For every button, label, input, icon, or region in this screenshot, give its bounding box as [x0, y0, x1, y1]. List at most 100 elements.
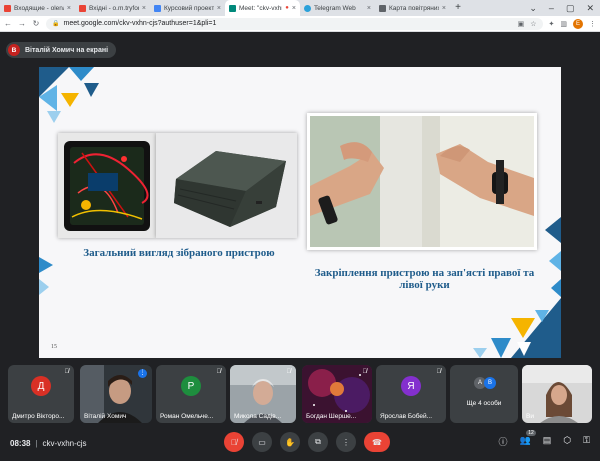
browser-tab[interactable]: Карта повітряних т× [375, 0, 450, 16]
leave-call-button[interactable]: ☎ [364, 432, 390, 452]
browser-tab[interactable]: Вхідні - o.m.tryfon × [75, 0, 150, 16]
tab-title: Telegram Web [314, 4, 356, 12]
left-caption: Загальний вигляд зібраного пристрою [83, 247, 275, 259]
participant-name: Богдан Шерше... [306, 413, 357, 420]
map-favicon-icon [379, 4, 386, 12]
participant-name: Ярослав Бобей... [380, 413, 433, 420]
host-controls-icon[interactable]: ⚿ [583, 435, 590, 448]
forward-arrow-icon[interactable]: → [18, 19, 26, 28]
lock-icon[interactable]: 🔒 [52, 20, 59, 27]
presenter-chip: В Віталій Хомич на екрані [6, 42, 117, 58]
browser-toolbar: ← → ↻ 🔒 meet.google.com/ckv-vxhn-cjs?aut… [0, 16, 600, 32]
participant-strip: 🎙̸ Д Дмитро Вікторо... ⋮ Віталій Хомич 🎙… [0, 365, 600, 425]
gmail-favicon-icon [4, 4, 11, 12]
browser-tab[interactable]: Telegram Web × [300, 0, 375, 16]
meeting-code: ckv-vxhn-cjs [42, 439, 87, 448]
minimize-icon[interactable]: – [549, 0, 554, 16]
browser-tab[interactable]: Входящие - olena. × [0, 0, 75, 16]
telegram-favicon-icon [304, 4, 311, 12]
chat-icon[interactable]: ▤ [543, 435, 552, 448]
maximize-icon[interactable]: ▢ [566, 0, 575, 16]
close-tab-icon[interactable]: × [442, 5, 446, 12]
participant-tile[interactable]: 🎙̸ Р Роман Омельче... [156, 365, 226, 423]
participant-tile[interactable]: ⋮ Віталій Хомич [80, 365, 152, 423]
participant-avatar: Р [181, 376, 201, 396]
slide-decoration-bottom-right [473, 298, 561, 358]
address-bar[interactable]: 🔒 meet.google.com/ckv-vxhn-cjs?authuser=… [46, 17, 543, 30]
people-icon: 👥 [519, 435, 531, 445]
camera-indicator-icon[interactable]: ▣ [518, 20, 525, 28]
bookmark-star-icon[interactable]: ☆ [530, 20, 536, 28]
more-vert-icon: ⋮ [342, 437, 350, 447]
self-tile[interactable]: Ви [522, 365, 592, 423]
mic-off-icon: 🎙̸ [436, 369, 442, 375]
classroom-favicon-icon [154, 4, 161, 12]
mic-off-icon: 🎙̸ [64, 369, 70, 375]
people-button[interactable]: 👥 12 [519, 430, 536, 448]
close-tab-icon[interactable]: × [367, 5, 371, 12]
close-tab-icon[interactable]: × [217, 5, 221, 12]
device-case-image [156, 133, 297, 238]
raise-hand-button[interactable]: ✋ [280, 432, 300, 452]
browser-tab-active[interactable]: Meet: "ckv-vxhn ● × [225, 0, 300, 16]
browser-tab[interactable]: Курсовий проект × [150, 0, 225, 16]
participant-avatar: Я [401, 376, 421, 396]
tab-title: Meet: "ckv-vxhn [239, 4, 283, 12]
activities-icon[interactable]: ⬡ [563, 435, 571, 448]
speaking-indicator-icon: ⋮ [138, 369, 147, 378]
gmail-favicon-icon [79, 4, 86, 12]
presenter-bar: В Віталій Хомич на екрані [0, 33, 600, 63]
present-button[interactable]: ⧉ [308, 432, 328, 452]
mic-off-icon: 🎙̸ [216, 369, 222, 375]
more-options-button[interactable]: ⋮ [336, 432, 356, 452]
more-avatars: А В [474, 377, 496, 389]
wrist-photos [307, 113, 537, 250]
tab-title: Карта повітряних т [389, 4, 439, 12]
presentation-slide: Загальний вигляд зібраного пристрою Закр… [39, 67, 561, 358]
participant-tile[interactable]: 🎙̸ Д Дмитро Вікторо... [8, 365, 74, 423]
participant-avatar: Д [31, 376, 51, 396]
participant-name: Віталій Хомич [84, 413, 127, 420]
small-avatar: В [484, 377, 496, 389]
participant-tile[interactable]: 🎙̸ Микола Садів... [230, 365, 296, 423]
hang-up-icon: ☎ [372, 437, 382, 447]
profile-avatar[interactable]: E [573, 18, 583, 29]
meet-favicon-icon [229, 4, 236, 12]
menu-kebab-icon[interactable]: ⋮ [589, 20, 596, 28]
mic-off-icon: 🎙̸ [362, 369, 368, 375]
sidebar-icon[interactable]: ▥ [560, 20, 567, 28]
device-case-photo [156, 133, 297, 238]
presenter-avatar: В [8, 44, 20, 56]
more-participants-tile[interactable]: А В Ще 4 особи [450, 365, 518, 423]
tab-title: Вхідні - o.m.tryfon [89, 4, 139, 12]
present-screen-icon: ⧉ [315, 437, 321, 446]
meeting-info-icon[interactable]: ⓘ [499, 435, 508, 448]
close-tab-icon[interactable]: × [67, 5, 71, 12]
more-participants-label: Ще 4 особи [466, 400, 502, 407]
close-window-icon[interactable]: ✕ [586, 0, 594, 16]
tab-search-icon[interactable]: ⌄ [529, 0, 537, 16]
browser-tab-bar: Входящие - olena. × Вхідні - o.m.tryfon × … [0, 0, 600, 16]
meeting-clock: 08:38 [10, 439, 31, 448]
mic-toggle-button[interactable]: 🎙̸ [224, 432, 244, 452]
close-tab-icon[interactable]: × [142, 5, 146, 12]
new-tab-button[interactable]: + [450, 0, 466, 16]
right-caption: Закріплення пристрою на зап'ясті правої … [314, 267, 535, 291]
meeting-controls-bar: 08:38 | ckv-vxhn-cjs 🎙̸ ▭ ✋ ⧉ ⋮ ☎ ⓘ 👥 12… [0, 426, 600, 461]
circuit-board-image [58, 133, 156, 238]
participant-tile[interactable]: 🎙̸ Богдан Шерше... [302, 365, 372, 423]
slide-decoration-left [39, 257, 53, 295]
camera-toggle-button[interactable]: ▭ [252, 432, 272, 452]
participant-tile[interactable]: 🎙̸ Я Ярослав Бобей... [376, 365, 446, 423]
device-internals-photo [58, 133, 156, 238]
tab-title: Входящие - olena. [14, 4, 64, 12]
slide-number: 15 [51, 344, 57, 350]
close-tab-icon[interactable]: × [292, 5, 296, 12]
participant-name: Ви [526, 413, 534, 420]
back-arrow-icon[interactable]: ← [4, 19, 12, 28]
extensions-icon[interactable]: ✦ [549, 20, 555, 28]
camera-icon: ▭ [258, 437, 266, 447]
reload-icon[interactable]: ↻ [32, 19, 40, 28]
mic-off-icon: 🎙̸ [231, 437, 237, 447]
recording-dot-icon: ● [285, 5, 289, 11]
